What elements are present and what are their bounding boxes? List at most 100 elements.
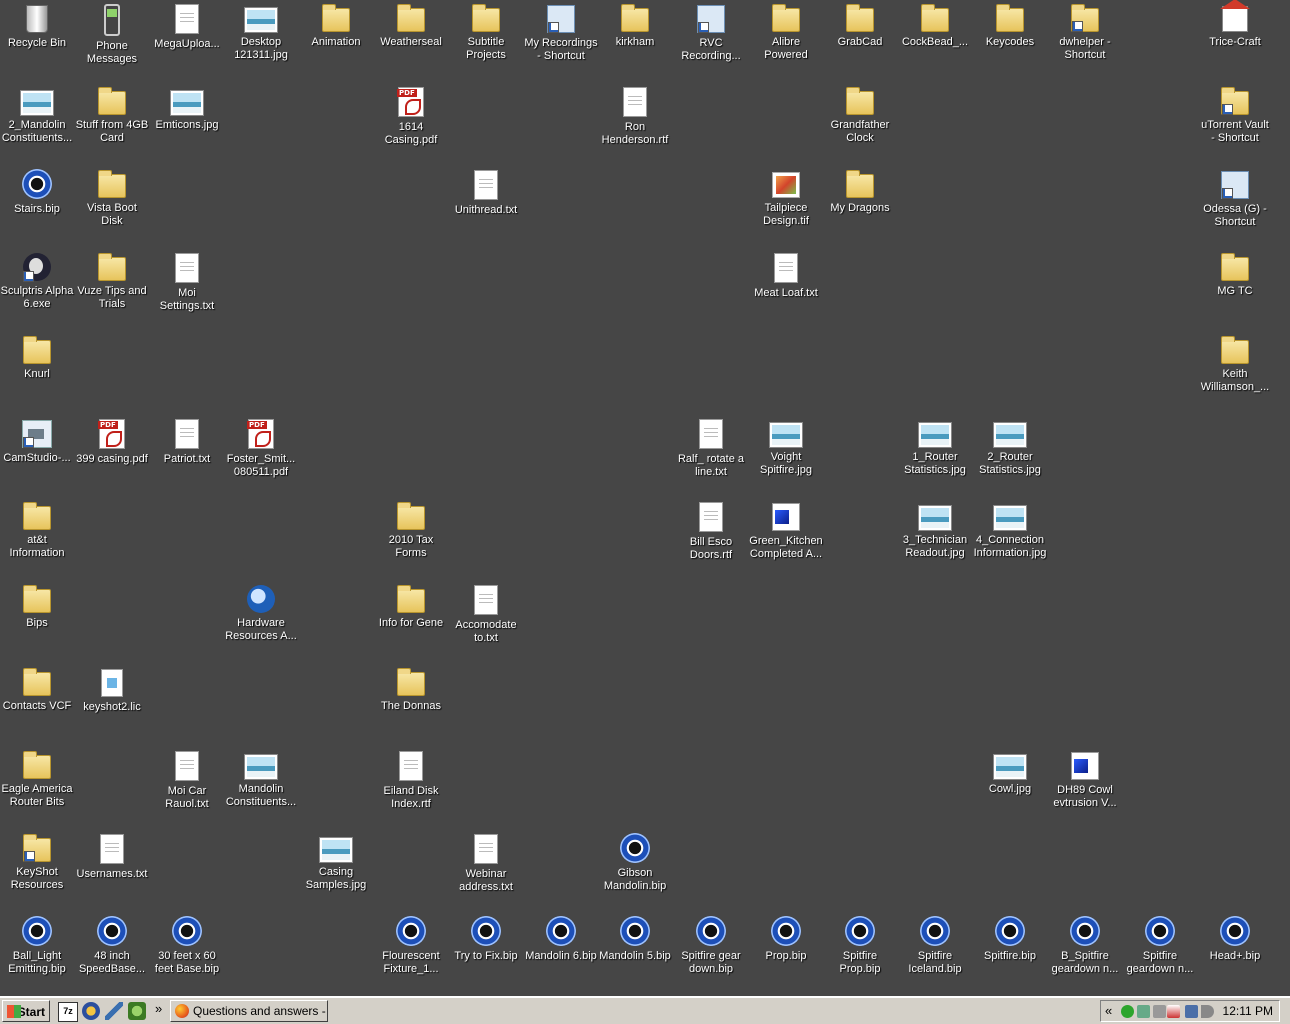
desktop-icon-meat-loaf[interactable]: Meat Loaf.txt — [749, 251, 823, 300]
desktop-icon-stairs-bip[interactable]: Stairs.bip — [0, 168, 74, 216]
app-icon[interactable] — [128, 1002, 146, 1020]
desktop-icon-gibson-mandolin[interactable]: Gibson Mandolin.bip — [598, 832, 672, 893]
desktop-icon-knurl[interactable]: Knurl — [0, 334, 74, 381]
desktop-icon-animation[interactable]: Animation — [299, 2, 373, 49]
desktop-icon-keith-williamson[interactable]: Keith Williamson_... — [1198, 334, 1272, 394]
desktop-icon-casing-samples[interactable]: Casing Samples.jpg — [299, 832, 373, 892]
desktop-icon-foster-smith[interactable]: Foster_Smit... 080511.pdf — [224, 417, 298, 479]
tray-app-icon[interactable] — [1137, 1005, 1150, 1018]
desktop-icon-grandfather-clock[interactable]: Grandfather Clock — [823, 85, 897, 145]
desktop-icon-eagle-america[interactable]: Eagle America Router Bits — [0, 749, 74, 809]
desktop-icon-spitfire-geardown[interactable]: Spitfire geardown n... — [1123, 915, 1197, 976]
desktop-icon-2-mandolin[interactable]: 2_Mandolin Constituents... — [0, 85, 74, 145]
desktop-icon-subtitle-projects[interactable]: Subtitle Projects — [449, 2, 523, 62]
desktop-icon-mandolin-6[interactable]: Mandolin 6.bip — [524, 915, 598, 963]
desktop-icon-the-donnas[interactable]: The Donnas — [374, 666, 448, 713]
desktop-icon-kirkham[interactable]: kirkham — [598, 2, 672, 49]
desktop-icon-vista-boot[interactable]: Vista Boot Disk — [75, 168, 149, 228]
desktop-icon-vuze-tips[interactable]: Vuze Tips and Trials — [75, 251, 149, 311]
desktop-icon-mandolin-constituents[interactable]: Mandolin Constituents... — [224, 749, 298, 809]
desktop-icon-2-router[interactable]: 2_Router Statistics.jpg — [973, 417, 1047, 477]
desktop-icon-b-spitfire-geardown[interactable]: B_Spitfire geardown n... — [1048, 915, 1122, 976]
desktop-icon-ron-henderson[interactable]: Ron Henderson.rtf — [598, 85, 672, 147]
desktop-icon-399-casing[interactable]: 399 casing.pdf — [75, 417, 149, 466]
desktop-icon-rvc-recording[interactable]: RVC Recording... — [674, 2, 748, 63]
desktop-icon-eiland-disk[interactable]: Eiland Disk Index.rtf — [374, 749, 448, 811]
utorrent-tray-icon[interactable] — [1121, 1005, 1134, 1018]
desktop-icon-phone-messages[interactable]: Phone Messages — [75, 2, 149, 66]
desktop-icon-alibre-powered[interactable]: Alibre Powered — [749, 2, 823, 62]
desktop-icon-emticons[interactable]: Emticons.jpg — [150, 85, 224, 132]
quick-launch-chevron[interactable]: » — [155, 1001, 162, 1016]
desktop-icon-2010-tax[interactable]: 2010 Tax Forms — [374, 500, 448, 560]
desktop-icon-info-for-gene[interactable]: Info for Gene — [374, 583, 448, 630]
desktop-icon-bill-esco[interactable]: Bill Esco Doors.rtf — [674, 500, 748, 562]
desktop-icon-my-dragons[interactable]: My Dragons — [823, 168, 897, 215]
desktop-icon-att-information[interactable]: at&t Information — [0, 500, 74, 560]
tray-chevron[interactable]: « — [1105, 1003, 1112, 1018]
desktop-icon-head-plus[interactable]: Head+.bip — [1198, 915, 1272, 963]
desktop-icon-moi-car[interactable]: Moi Car Rauol.txt — [150, 749, 224, 811]
desktop-icon-3-technician[interactable]: 3_Technician Readout.jpg — [898, 500, 972, 560]
desktop-icon-patriot[interactable]: Patriot.txt — [150, 417, 224, 466]
desktop-icon-spitfire[interactable]: Spitfire.bip — [973, 915, 1047, 963]
desktop-icon-tailpiece[interactable]: Tailpiece Design.tif — [749, 168, 823, 228]
desktop-icon-keycodes[interactable]: Keycodes — [973, 2, 1047, 49]
desktop-icon-bips[interactable]: Bips — [0, 583, 74, 630]
desktop-icon-ralf-rotate[interactable]: Ralf_ rotate a line.txt — [674, 417, 748, 479]
desktop-icon-camstudio[interactable]: CamStudio-... — [0, 417, 74, 465]
start-button[interactable]: Start — [2, 1000, 50, 1022]
desktop-icon-mg-tc[interactable]: MG TC — [1198, 251, 1272, 298]
desktop-icon-spitfire-prop[interactable]: Spitfire Prop.bip — [823, 915, 897, 976]
desktop-icon-webinar-address[interactable]: Webinar address.txt — [449, 832, 523, 894]
desktop-icon-prop[interactable]: Prop.bip — [749, 915, 823, 963]
desktop-icon-usernames[interactable]: Usernames.txt — [75, 832, 149, 881]
desktop-icon-ball-light[interactable]: Ball_Light Emitting.bip — [0, 915, 74, 976]
sculptris-icon — [23, 253, 51, 282]
desktop-icon-cowl[interactable]: Cowl.jpg — [973, 749, 1047, 796]
taskbar-button-firefox[interactable]: Questions and answers - ... — [170, 1000, 328, 1022]
desktop-icon-spitfire-iceland[interactable]: Spitfire Iceland.bip — [898, 915, 972, 976]
desktop-icon-mandolin-5[interactable]: Mandolin 5.bip — [598, 915, 672, 963]
desktop-icon-stuff-4gb[interactable]: Stuff from 4GB Card — [75, 85, 149, 145]
desktop-icon-recycle-bin[interactable]: Recycle Bin — [0, 2, 74, 50]
desktop-icon-keyshot-lic[interactable]: keyshot2.lic — [75, 666, 149, 714]
desktop-icon-trice-craft[interactable]: Trice-Craft — [1198, 0, 1272, 49]
desktop-icon-48-inch[interactable]: 48 inch SpeedBase... — [75, 915, 149, 976]
desktop-icon-sculptris[interactable]: Sculptris Alpha 6.exe — [0, 251, 74, 311]
desktop-icon-cockbead[interactable]: CockBead_... — [898, 2, 972, 49]
desktop-icon-1-router[interactable]: 1_Router Statistics.jpg — [898, 417, 972, 477]
desktop-icon-keyshot-resources[interactable]: KeyShot Resources — [0, 832, 74, 892]
7z-icon[interactable]: 7z — [58, 1002, 78, 1022]
image-file-icon — [244, 754, 278, 780]
star-icon[interactable] — [82, 1002, 100, 1020]
desktop-icon-dh89-cowl[interactable]: DH89 Cowl evtrusion V... — [1048, 749, 1122, 810]
desktop-icon-try-to-fix[interactable]: Try to Fix.bip — [449, 915, 523, 963]
desktop-icon-desktop-jpg[interactable]: Desktop 121311.jpg — [224, 2, 298, 62]
desktop-icon-weatherseal[interactable]: Weatherseal — [374, 2, 448, 49]
desktop-icon-30-feet[interactable]: 30 feet x 60 feet Base.bip — [150, 915, 224, 976]
desktop-icon-grabcad[interactable]: GrabCad — [823, 2, 897, 49]
desktop-icon-unithread[interactable]: Unithread.txt — [449, 168, 523, 217]
desktop-icon-moi-settings[interactable]: Moi Settings.txt — [150, 251, 224, 313]
desktop-icon-4-connection[interactable]: 4_Connection Information.jpg — [973, 500, 1047, 560]
clock[interactable]: 12:11 PM — [1223, 1004, 1273, 1018]
network-icon[interactable] — [1185, 1005, 1198, 1018]
tray-device-icon[interactable] — [1153, 1005, 1166, 1018]
desktop-icon-my-recordings[interactable]: My Recordings - Shortcut — [524, 2, 598, 63]
desktop-icon-1614-casing[interactable]: 1614 Casing.pdf — [374, 85, 448, 147]
speaker-icon[interactable] — [1201, 1005, 1214, 1018]
desktop-icon-hardware-resources[interactable]: Hardware Resources A... — [224, 583, 298, 643]
desktop-icon-megaupload[interactable]: MegaUploa... — [150, 2, 224, 51]
desktop-icon-dwhelper[interactable]: dwhelper - Shortcut — [1048, 2, 1122, 62]
desktop-icon-spitfire-gear-down[interactable]: Spitfire gear down.bip — [674, 915, 748, 976]
volume-muted-icon[interactable] — [1167, 1005, 1180, 1018]
desktop-icon-contacts-vcf[interactable]: Contacts VCF — [0, 666, 74, 713]
desktop-icon-green-kitchen[interactable]: Green_Kitchen Completed A... — [749, 500, 823, 561]
desktop-icon-flourescent[interactable]: Flourescent Fixture_1... — [374, 915, 448, 976]
desktop-icon-voight-spitfire[interactable]: Voight Spitfire.jpg — [749, 417, 823, 477]
desktop-icon-odessa[interactable]: Odessa (G) - Shortcut — [1198, 168, 1272, 229]
pen-icon[interactable] — [105, 1002, 123, 1020]
desktop-icon-utorrent-vault[interactable]: uTorrent Vault - Shortcut — [1198, 85, 1272, 145]
desktop-icon-accomodate[interactable]: Accomodate to.txt — [449, 583, 523, 645]
